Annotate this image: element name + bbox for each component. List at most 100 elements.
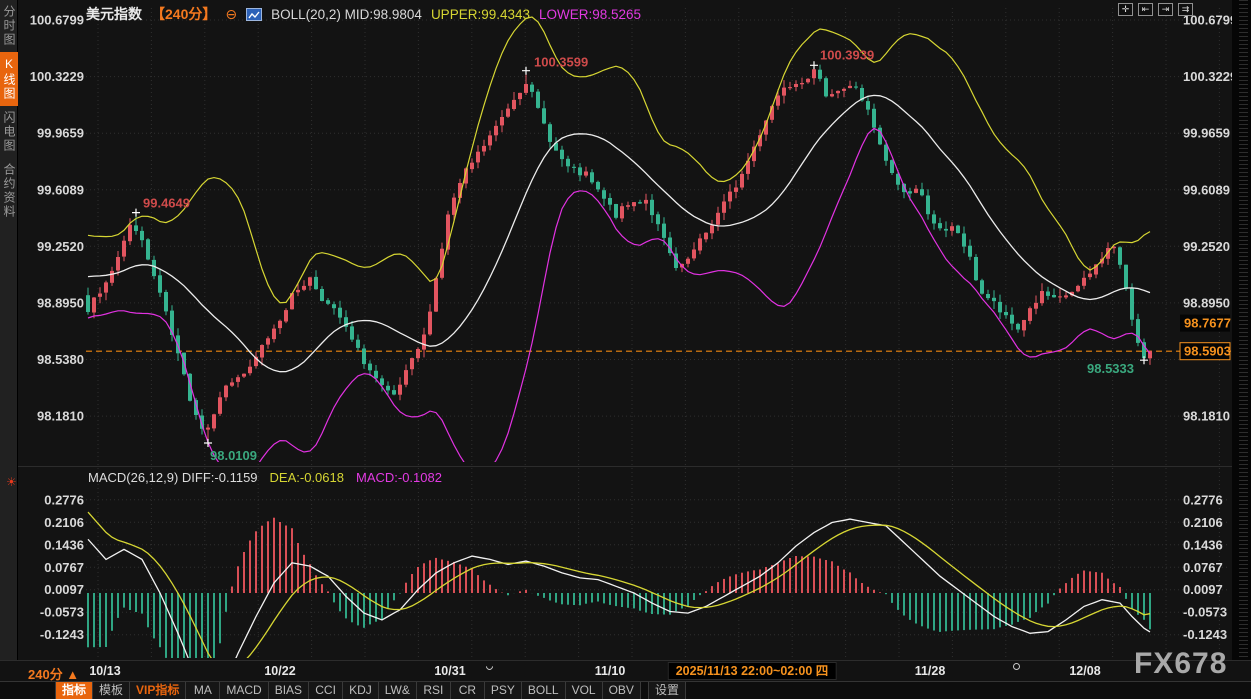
moon-phase-icon bbox=[1013, 663, 1020, 670]
macd-tick-label: 0.2776 bbox=[1183, 492, 1223, 507]
pivot-cross-icon bbox=[810, 61, 818, 69]
macd-dea-line bbox=[88, 512, 1150, 660]
macd-formula-diff: MACD(26,12,9) DIFF:-0.1159 bbox=[88, 470, 258, 485]
date-tick: 12/08 bbox=[1069, 664, 1100, 678]
pivot-annotation: 99.4649 bbox=[132, 196, 190, 217]
toolbar-button-settings[interactable]: 设置 bbox=[648, 682, 686, 699]
alert-icon[interactable]: ☀ bbox=[6, 475, 17, 489]
pivot-price-label: 99.4649 bbox=[143, 196, 190, 211]
sidebar: 分时图 K线图 闪电图 合约资料 bbox=[0, 0, 18, 660]
macd-dea-value: DEA:-0.0618 bbox=[270, 470, 344, 485]
price-tick-label: 99.2520 bbox=[1183, 239, 1230, 254]
sidebar-item-contract-info[interactable]: 合约资料 bbox=[0, 158, 18, 224]
price-tick-label: 99.2520 bbox=[37, 239, 84, 254]
toolbar-button-cr[interactable]: CR bbox=[451, 682, 485, 699]
price-tick-label: 98.8950 bbox=[37, 295, 84, 310]
pivot-cross-icon bbox=[1140, 356, 1148, 364]
trading-terminal-window: 100.6799100.6799100.3229100.322999.96599… bbox=[0, 0, 1251, 699]
macd-tick-label: -0.1243 bbox=[1183, 627, 1227, 642]
moon-phase-icon bbox=[485, 662, 495, 672]
price-tick-label: 99.6089 bbox=[37, 182, 84, 197]
price-tick-label: 99.9659 bbox=[1183, 126, 1230, 141]
toolbar-button-indicators[interactable]: 指标 bbox=[55, 682, 93, 699]
price-tick-label: 100.6799 bbox=[30, 13, 84, 28]
macd-tick-label: 0.2106 bbox=[44, 515, 84, 530]
price-tick-label: 98.1810 bbox=[1183, 409, 1230, 424]
macd-header: MACD(26,12,9) DIFF:-0.1159 DEA:-0.0618 M… bbox=[88, 470, 442, 485]
macd-tick-label: 0.2106 bbox=[1183, 515, 1223, 530]
pivot-price-label: 98.0109 bbox=[210, 448, 257, 463]
indicator-chart-icon[interactable] bbox=[246, 8, 262, 21]
macd-tick-label: -0.0573 bbox=[40, 605, 84, 620]
toolbar-button-bias[interactable]: BIAS bbox=[269, 682, 309, 699]
macd-tick-label: 0.1436 bbox=[1183, 537, 1223, 552]
boll-mid-line bbox=[88, 95, 1150, 371]
price-scale-scrollbar[interactable] bbox=[1232, 0, 1251, 660]
macd-tick-label: 0.0097 bbox=[44, 582, 84, 597]
chart-tools: ✛ ⇤ ⇥ ⇉ bbox=[1118, 3, 1193, 16]
crosshair-icon[interactable]: ✛ bbox=[1118, 3, 1133, 16]
date-tick: 10/13 bbox=[89, 664, 120, 678]
toolbar-button-ma[interactable]: MA bbox=[186, 682, 220, 699]
pivot-annotation: 98.0109 bbox=[204, 439, 257, 463]
pivot-cross-icon bbox=[522, 67, 530, 75]
collapse-indicator-button[interactable]: ⊖ bbox=[225, 6, 237, 23]
sidebar-item-flash-chart[interactable]: 闪电图 bbox=[0, 106, 18, 158]
boll-upper-line bbox=[88, 17, 1150, 303]
macd-tick-label: -0.0573 bbox=[1183, 605, 1227, 620]
pivot-price-label: 100.3939 bbox=[820, 47, 874, 62]
candlestick-series[interactable] bbox=[86, 65, 1152, 443]
macd-tick-label: 0.0097 bbox=[1183, 582, 1223, 597]
price-tick-label: 99.9659 bbox=[37, 126, 84, 141]
indicator-toolbar: 指标模板VIP指标MAMACDBIASCCIKDJLW&RSICRPSYBOLL… bbox=[0, 681, 1251, 699]
compress-right-icon[interactable]: ⇥ bbox=[1158, 3, 1173, 16]
price-axis: 100.6799100.6799100.3229100.322999.96599… bbox=[30, 13, 1237, 643]
macd-value: MACD:-0.1082 bbox=[356, 470, 442, 485]
pivot-price-label: 100.3599 bbox=[534, 55, 588, 70]
price-tick-label: 100.3229 bbox=[1183, 69, 1237, 84]
pivot-cross-icon bbox=[132, 209, 140, 217]
toolbar-button-macd[interactable]: MACD bbox=[220, 682, 268, 699]
sidebar-item-time-chart[interactable]: 分时图 bbox=[0, 0, 18, 52]
boll-legend: BOLL(20,2) MID:98.9804 bbox=[271, 7, 422, 22]
macd-histogram bbox=[88, 518, 1150, 660]
price-tick-label: 98.5380 bbox=[37, 352, 84, 367]
price-tick-label: 100.3229 bbox=[30, 69, 84, 84]
toolbar-button-lwr[interactable]: LW& bbox=[379, 682, 417, 699]
date-tick: 11/10 bbox=[595, 664, 626, 678]
chart-canvas[interactable]: 100.6799100.6799100.3229100.322999.96599… bbox=[0, 0, 1251, 660]
date-tick: 10/31 bbox=[434, 664, 465, 678]
boll-lower-legend: LOWER:98.5265 bbox=[539, 7, 641, 22]
grid-layer bbox=[86, 8, 1228, 658]
macd-tick-label: -0.1243 bbox=[40, 627, 84, 642]
toolbar-button-cci[interactable]: CCI bbox=[309, 682, 343, 699]
date-tick: 10/22 bbox=[264, 664, 295, 678]
toolbar-button-vip-indicators[interactable]: VIP指标 bbox=[130, 682, 186, 699]
chart-header: 美元指数 【240分】 ⊖ BOLL(20,2) MID:98.9804 UPP… bbox=[86, 4, 641, 24]
toolbar-button-obv[interactable]: OBV bbox=[603, 682, 641, 699]
macd-tick-label: 0.0767 bbox=[44, 560, 84, 575]
toolbar-button-vol[interactable]: VOL bbox=[566, 682, 603, 699]
selected-candle-timestamp: 2025/11/13 22:00~02:00 四 bbox=[668, 662, 837, 680]
toolbar-button-psy[interactable]: PSY bbox=[485, 682, 522, 699]
toolbar-button-rsi[interactable]: RSI bbox=[417, 682, 451, 699]
toolbar-button-kdj[interactable]: KDJ bbox=[343, 682, 379, 699]
sidebar-item-kline-chart[interactable]: K线图 bbox=[0, 52, 18, 106]
pan-right-icon[interactable]: ⇉ bbox=[1178, 3, 1193, 16]
pivot-price-label: 98.5333 bbox=[1087, 361, 1134, 376]
macd-tick-label: 0.1436 bbox=[44, 537, 84, 552]
boll-lower-line bbox=[88, 128, 1150, 479]
macd-tick-label: 0.2776 bbox=[44, 492, 84, 507]
date-tick: 11/28 bbox=[915, 664, 946, 678]
watermark: FX678 bbox=[1134, 647, 1227, 681]
toolbar-button-templates[interactable]: 模板 bbox=[93, 682, 130, 699]
period-badge: 【240分】 bbox=[151, 4, 216, 24]
macd-tick-label: 0.0767 bbox=[1183, 560, 1223, 575]
symbol-title: 美元指数 bbox=[86, 4, 142, 24]
toolbar-button-boll[interactable]: BOLL bbox=[522, 682, 566, 699]
boll-upper-legend: UPPER:99.4343 bbox=[431, 7, 530, 22]
compress-left-icon[interactable]: ⇤ bbox=[1138, 3, 1153, 16]
price-tick-label: 98.1810 bbox=[37, 409, 84, 424]
time-axis: 240分 ▲ 10/13 10/22 10/31 11/10 2025/11/1… bbox=[0, 660, 1251, 681]
last-price-label: 98.5903 bbox=[1184, 344, 1231, 359]
